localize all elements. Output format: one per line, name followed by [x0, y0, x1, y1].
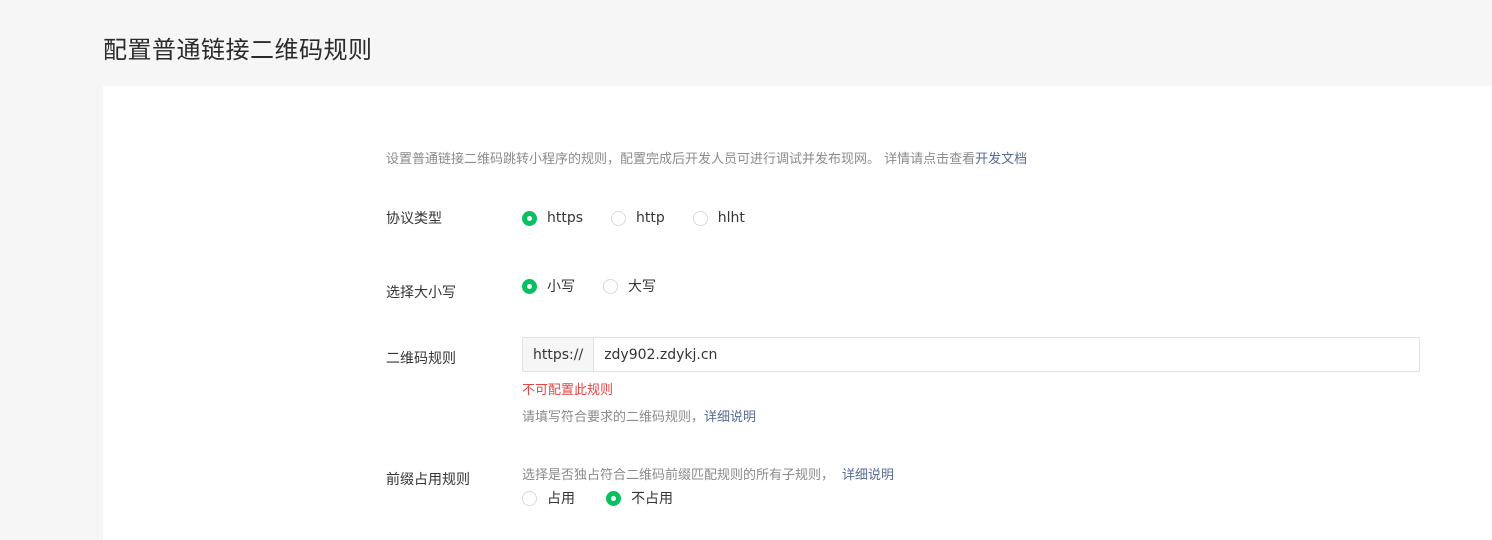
radio-unchecked-icon — [522, 490, 537, 506]
radio-label: 小写 — [547, 279, 575, 295]
radio-label: 不占用 — [631, 491, 673, 507]
qr-rule-tip: 请填写符合要求的二维码规则，详细说明 — [522, 406, 756, 425]
radio-lowercase[interactable]: 小写 — [522, 276, 575, 296]
radio-https[interactable]: https — [522, 210, 583, 226]
qr-rule-detail-link[interactable]: 详细说明 — [704, 410, 756, 425]
radio-label: https — [547, 210, 584, 226]
case-label: 选择大小写 — [386, 285, 456, 301]
qr-rule-prefix: https:// — [523, 338, 595, 371]
qr-rule-input-group: https:// — [522, 337, 1420, 372]
radio-label: 占用 — [547, 491, 575, 507]
dev-docs-link[interactable]: 开发文档 — [975, 152, 1027, 167]
prefix-rule-tip-text: 选择是否独占符合二维码前缀匹配规则的所有子规则， — [522, 468, 835, 483]
radio-hlht[interactable]: hlht — [692, 210, 745, 226]
radio-unchecked-icon — [603, 278, 618, 294]
qr-rule-tip-text: 请填写符合要求的二维码规则， — [522, 410, 705, 425]
radio-occupy[interactable]: 占用 — [522, 488, 575, 508]
radio-label: 大写 — [628, 279, 656, 295]
settings-card: 设置普通链接二维码跳转小程序的规则，配置完成后开发人员可进行调试并发布现网。 详… — [103, 86, 1492, 540]
prefix-rule-detail-link[interactable]: 详细说明 — [842, 468, 894, 483]
radio-unchecked-icon — [692, 210, 708, 226]
protocol-label: 协议类型 — [386, 211, 442, 227]
radio-checked-icon — [522, 210, 537, 226]
qr-rule-label: 二维码规则 — [386, 351, 456, 367]
radio-unchecked-icon — [611, 210, 627, 226]
intro-text: 设置普通链接二维码跳转小程序的规则，配置完成后开发人员可进行调试并发布现网。 详… — [386, 152, 976, 167]
radio-checked-icon — [606, 490, 621, 506]
intro-description: 设置普通链接二维码跳转小程序的规则，配置完成后开发人员可进行调试并发布现网。 详… — [386, 148, 1027, 167]
prefix-rule-radio-group: 占用 不占用 — [522, 488, 701, 508]
prefix-rule-tip: 选择是否独占符合二维码前缀匹配规则的所有子规则， 详细说明 — [522, 464, 894, 483]
radio-label: hlht — [717, 210, 745, 226]
qr-rule-error: 不可配置此规则 — [522, 383, 614, 398]
case-radio-group: 小写 大写 — [522, 276, 684, 296]
page-title: 配置普通链接二维码规则 — [103, 36, 373, 64]
radio-uppercase[interactable]: 大写 — [603, 276, 656, 296]
radio-http[interactable]: http — [611, 210, 665, 226]
protocol-radio-group: https http hlht — [522, 210, 773, 226]
prefix-rule-label: 前缀占用规则 — [386, 472, 470, 488]
radio-checked-icon — [522, 278, 537, 294]
radio-label: http — [636, 210, 665, 226]
qr-rule-input[interactable] — [594, 338, 1419, 371]
radio-not-occupy[interactable]: 不占用 — [606, 488, 673, 508]
